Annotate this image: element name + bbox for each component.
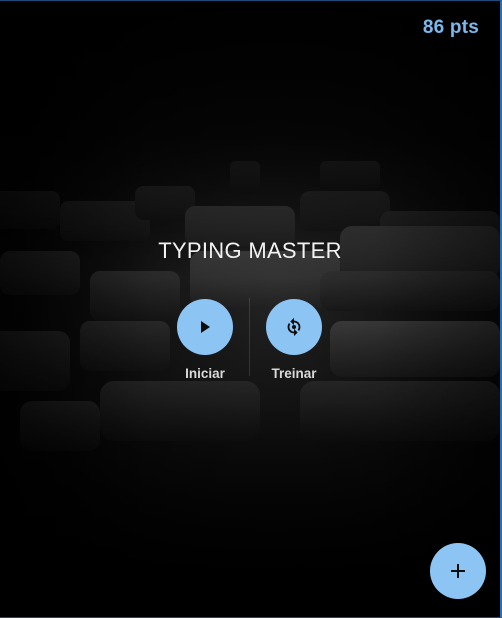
points-counter: 86 pts	[422, 17, 479, 38]
start-button[interactable]	[177, 299, 233, 355]
page-title: TYPING MASTER	[158, 238, 342, 263]
app-window: 86 pts TYPING MASTER Iniciar Treinar	[0, 0, 502, 618]
add-button[interactable]	[430, 543, 486, 599]
play-icon	[201, 321, 210, 333]
keyboard-background-image	[0, 1, 500, 617]
train-button[interactable]	[266, 299, 322, 355]
train-button-label: Treinar	[271, 366, 317, 381]
keyboard-keys-graphic	[0, 161, 500, 451]
replay-icon	[287, 317, 301, 337]
start-action[interactable]: Iniciar	[165, 299, 245, 381]
plus-icon	[451, 564, 465, 578]
train-action[interactable]: Treinar	[254, 299, 334, 381]
start-button-label: Iniciar	[185, 366, 225, 381]
actions-divider	[249, 298, 250, 376]
